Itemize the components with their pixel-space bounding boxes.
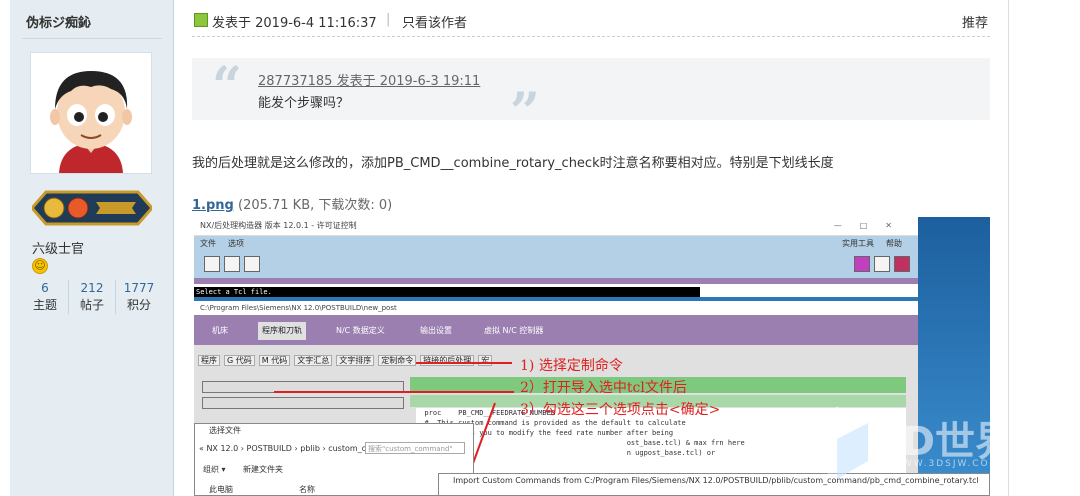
post-header: 发表于 2019-6-4 11:16:37 | 只看该作者 推荐 — [192, 10, 990, 32]
tab-vnc: 虚拟 N/C 控制器 — [484, 326, 544, 335]
user-sidebar: 伪标ジ痴鈊 六级士官 ☺ 6 主题 212 帖子 1777 积分 — [10, 0, 174, 496]
avatar-cartoon-icon — [31, 53, 151, 173]
subtab: G 代码 — [224, 355, 255, 366]
file-dialog: 选择文件 « NX 12.0 › POSTBUILD › pblib › cus… — [194, 423, 474, 496]
annotation-step-1: 1) 选择定制命令 — [520, 358, 623, 374]
file-dialog-title: 选择文件 — [209, 426, 241, 435]
name-column-header: 名称 — [299, 485, 315, 494]
subtab: 程序 — [198, 355, 220, 366]
post-content: 发表于 2019-6-4 11:16:37 | 只看该作者 推荐 “ 28773… — [174, 0, 1008, 496]
post-body: 我的后处理就是这么修改的，添加PB_CMD__combine_rotary_ch… — [192, 156, 834, 171]
editor-titlebar: C:\Program Files\Siemens\NX 12.0\POSTBUI… — [194, 301, 918, 315]
stat-label: 帖子 — [79, 298, 104, 312]
organize-menu: 组织 ▾ — [203, 465, 226, 474]
rank-medal-icon — [30, 190, 154, 226]
save-file-icon — [244, 256, 260, 272]
window-controls-icon: —□✕ — [833, 221, 910, 230]
tab-nc-data: N/C 数据定义 — [336, 326, 385, 335]
window-titlebar: NX/后处理构造器 版本 12.0.1 - 许可证控制 —□✕ — [194, 217, 918, 236]
attachment: 1.png (205.71 KB, 下载次数: 0) — [192, 194, 392, 213]
attachment-link[interactable]: 1.png — [192, 198, 234, 213]
whats-this-icon — [874, 256, 890, 272]
online-status-icon — [194, 13, 208, 27]
open-file-icon — [224, 256, 240, 272]
user-stats: 6 主题 212 帖子 1777 积分 — [22, 280, 162, 314]
avatar[interactable] — [30, 52, 152, 174]
annotation-arrow-1 — [416, 362, 512, 364]
annotation-step-2: 2）打开导入选中tcl文件后 — [520, 380, 687, 396]
editor-tabs: 机床 程序和刀轨 N/C 数据定义 输出设置 虚拟 N/C 控制器 — [194, 315, 918, 345]
status-strip — [194, 278, 918, 284]
quote-text: 能发个步骤吗？ — [258, 96, 350, 111]
quote-open-icon: “ — [212, 56, 242, 117]
quote-source-link[interactable]: 287737185 发表于 2019-6-3 19:11 — [258, 70, 480, 89]
subtab-custom-command: 定制命令 — [378, 355, 417, 366]
menu-right: 实用工具 帮助 — [836, 236, 908, 252]
quote-close-icon: ” — [510, 82, 540, 143]
user-rank: 六级士官 — [32, 242, 85, 257]
page-margin — [0, 0, 10, 496]
author-only-link[interactable]: 只看该作者 — [402, 12, 467, 31]
attachment-info: (205.71 KB, 下载次数: 0) — [233, 198, 393, 213]
subtab: 链接的后处理 — [420, 355, 475, 366]
tab-machine: 机床 — [212, 326, 228, 335]
menu-file: 文件 — [200, 239, 216, 248]
postbuilder-window: NX/后处理构造器 版本 12.0.1 - 许可证控制 —□✕ 文件 选项 实用工… — [194, 217, 918, 297]
window-title: NX/后处理构造器 版本 12.0.1 - 许可证控制 — [200, 221, 357, 230]
watermark: 3D世界网 WWW.3DSJW.COM — [802, 403, 990, 493]
post-date: 发表于 2019-6-4 11:16:37 — [212, 16, 377, 31]
header-separator: | — [386, 12, 391, 27]
command-prompt: Select a Tcl file. — [194, 287, 700, 297]
subtab: 宏 — [478, 355, 493, 366]
watermark-subtext: WWW.3DSJW.COM — [892, 459, 990, 469]
quote-block: “ 287737185 发表于 2019-6-3 19:11 能发个步骤吗？ ” — [192, 56, 990, 143]
menu-help: 帮助 — [886, 239, 902, 248]
stat-value[interactable]: 212 — [69, 280, 115, 296]
command-row — [202, 397, 404, 409]
stat-points[interactable]: 1777 积分 — [116, 280, 162, 314]
subtab: M 代码 — [258, 355, 291, 366]
smile-icon: ☺ — [32, 258, 48, 274]
recommend-link[interactable]: 推荐 — [962, 12, 988, 31]
subtab: 文字排序 — [336, 355, 375, 366]
toolbar — [194, 252, 918, 278]
menu-bar: 文件 选项 实用工具 帮助 — [194, 236, 918, 252]
subtab: 文字汇总 — [294, 355, 333, 366]
this-pc-item: 此电脑 — [209, 485, 233, 494]
help-icon — [854, 256, 870, 272]
stat-label: 积分 — [126, 298, 151, 312]
stat-label: 主题 — [32, 298, 57, 312]
tab-output: 输出设置 — [420, 326, 452, 335]
username-link[interactable]: 伪标ジ痴鈊 — [26, 12, 91, 31]
new-folder-button: 新建文件夹 — [243, 465, 283, 474]
new-file-icon — [204, 256, 220, 272]
manual-icon — [894, 256, 910, 272]
menu-utilities: 实用工具 — [842, 239, 874, 248]
tab-program: 程序和刀轨 — [258, 322, 306, 340]
stat-posts[interactable]: 212 帖子 — [69, 280, 116, 314]
page-right-margin — [1008, 0, 1080, 496]
annotation-step-3: 3）勾选这三个选项点击<确定> — [520, 402, 721, 418]
header-divider — [192, 36, 990, 37]
stat-threads[interactable]: 6 主题 — [22, 280, 69, 314]
annotation-arrow-2 — [274, 391, 514, 393]
divider — [22, 38, 162, 39]
file-dialog-search: 搜索"custom_command" — [365, 442, 465, 454]
attachment-image[interactable]: NX/后处理构造器 版本 12.0.1 - 许可证控制 —□✕ 文件 选项 实用工… — [194, 217, 990, 496]
stat-value[interactable]: 1777 — [116, 280, 162, 296]
stat-value[interactable]: 6 — [22, 280, 68, 296]
watermark-cube-icon — [806, 407, 868, 479]
command-list-panel — [202, 381, 406, 421]
menu-options: 选项 — [228, 239, 244, 248]
